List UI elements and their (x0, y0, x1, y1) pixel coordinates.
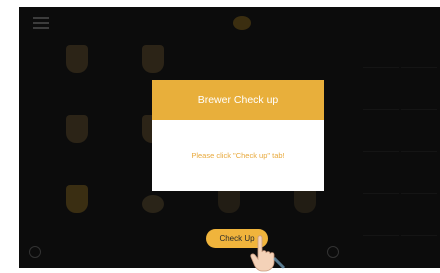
dialog-title: Brewer Check up (152, 80, 324, 120)
drink-tile[interactable] (49, 37, 105, 97)
power-icon[interactable] (327, 246, 339, 258)
panel-cell[interactable] (401, 27, 437, 68)
menu-icon[interactable] (33, 17, 49, 29)
panel-cell[interactable] (363, 27, 399, 68)
drink-tile[interactable] (49, 107, 105, 167)
settings-icon[interactable] (29, 246, 41, 258)
panel-cell[interactable] (363, 69, 399, 110)
panel-cell[interactable] (363, 111, 399, 152)
panel-cell[interactable] (363, 153, 399, 194)
pointing-hand-icon (250, 235, 286, 272)
brewer-checkup-dialog: Brewer Check up Please click "Check up" … (152, 80, 324, 191)
right-panel (363, 7, 440, 268)
dialog-message: Please click "Check up" tab! (191, 151, 285, 160)
logo-icon (233, 16, 251, 30)
panel-cell[interactable] (401, 153, 437, 194)
panel-cell[interactable] (363, 195, 399, 236)
panel-cell[interactable] (401, 69, 437, 110)
drink-tile[interactable] (49, 177, 105, 237)
panel-cell[interactable] (401, 195, 437, 236)
panel-cell[interactable] (401, 111, 437, 152)
